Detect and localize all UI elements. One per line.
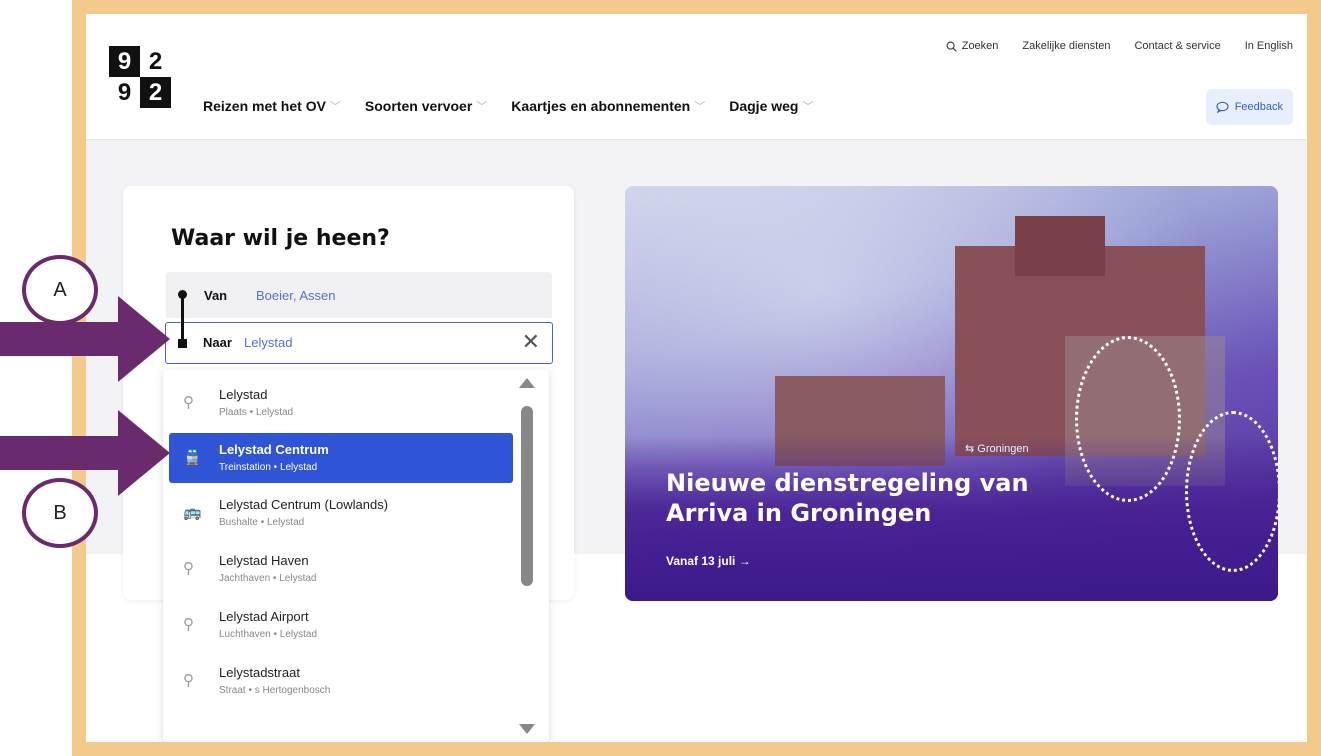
suggestion-type: Plaats	[219, 407, 247, 418]
chevron-down-icon: ﹀	[802, 101, 814, 113]
nav-item-kaartjes[interactable]: Kaartjes en abonnementen ﹀	[511, 98, 705, 114]
bus-icon: 🚌	[183, 504, 202, 521]
suggestion-item[interactable]: 🚌 Lelystad Centrum (Lowlands) Bushalte •…	[169, 488, 513, 538]
top-links: Zoeken Zakelijke diensten Contact & serv…	[946, 40, 1293, 52]
suggestion-type: Treinstation	[219, 462, 271, 473]
suggestion-subtitle: Plaats • Lelystad	[219, 407, 294, 418]
search-link[interactable]: Zoeken	[946, 40, 999, 52]
logo-digit: 9	[109, 46, 140, 77]
chat-bubble-icon	[1216, 101, 1229, 113]
chevron-down-icon: ﹀	[476, 101, 488, 113]
suggestion-title: Lelystadstraat	[219, 665, 300, 680]
to-input-value[interactable]: Lelystad	[244, 335, 292, 350]
contact-link[interactable]: Contact & service	[1134, 40, 1220, 52]
station-tower	[1015, 216, 1105, 276]
suggestion-place: Lelystad	[255, 407, 294, 418]
location-pin-icon: ⚲	[183, 394, 194, 411]
suggestion-place: Lelystad	[279, 462, 318, 473]
suggestion-title: Lelystad Airport	[219, 609, 309, 624]
search-label: Zoeken	[961, 40, 999, 52]
destination-square-icon	[178, 339, 187, 348]
site-header: 9 2 9 2 Zoeken Zakelijke diensten Contac…	[86, 14, 1307, 140]
feedback-button[interactable]: Feedback	[1205, 89, 1293, 125]
scrollbar-thumb[interactable]	[521, 406, 533, 586]
suggestions-dropdown: ⚲ Lelystad Plaats • Lelystad 🚆 Lelystad …	[163, 370, 549, 742]
location-pin-icon: ⚲	[183, 672, 194, 689]
nav-item-dagje-weg[interactable]: Dagje weg ﹀	[729, 98, 813, 114]
nav-item-label: Reizen met het OV	[203, 98, 326, 114]
suggestion-subtitle: Straat • s Hertogenbosch	[219, 685, 331, 696]
suggestion-type: Luchthaven	[219, 629, 271, 640]
logo-9292[interactable]: 9 2 9 2	[109, 46, 171, 108]
train-icon: 🚆	[183, 449, 202, 466]
main-nav: Reizen met het OV ﹀ Soorten vervoer ﹀ Kaar…	[203, 98, 813, 114]
banner-title: Nieuwe dienstregeling van Arriva in Gron…	[666, 469, 1029, 527]
suggestion-type: Straat	[219, 685, 246, 696]
suggestion-subtitle: Treinstation • Lelystad	[219, 462, 318, 473]
suggestion-title: Lelystad	[219, 387, 268, 402]
station-sign-text: Groningen	[977, 443, 1029, 455]
suggestion-place: s Hertogenbosch	[254, 685, 331, 696]
logo-digit: 2	[140, 46, 171, 77]
train-sign-icon: ⇆	[965, 443, 978, 455]
promo-banner[interactable]: ⇆ Groningen Nieuwe dienstregeling van Ar…	[625, 186, 1278, 601]
suggestion-place: Lelystad	[279, 573, 317, 584]
suggestion-place: Lelystad	[279, 629, 318, 640]
suggestion-item[interactable]: ⚲ Lelystad Haven Jachthaven • Lelystad	[169, 544, 513, 594]
business-link[interactable]: Zakelijke diensten	[1022, 40, 1110, 52]
suggestion-type: Jachthaven	[219, 573, 271, 584]
planner-title: Waar wil je heen?	[171, 226, 390, 251]
nav-item-label: Kaartjes en abonnementen	[511, 98, 691, 114]
scroll-up-arrow-icon[interactable]	[519, 378, 535, 388]
suggestion-type: Bushalte	[219, 517, 258, 528]
feedback-label: Feedback	[1234, 101, 1283, 113]
suggestion-subtitle: Bushalte • Lelystad	[219, 517, 305, 528]
suggestion-subtitle: Luchthaven • Lelystad	[219, 629, 318, 640]
nav-item-label: Soorten vervoer	[364, 98, 473, 114]
suggestion-place: Lelystad	[266, 517, 305, 528]
suggestion-item[interactable]: ⚲ Lelystad Plaats • Lelystad	[169, 378, 513, 428]
suggestion-item-selected[interactable]: 🚆 Lelystad Centrum Treinstation • Lelyst…	[169, 433, 513, 483]
nav-item-label: Dagje weg	[729, 98, 799, 114]
search-icon	[946, 41, 957, 52]
dotted-decoration	[1075, 336, 1181, 502]
from-value: Boeier, Assen	[256, 288, 336, 303]
suggestion-item[interactable]: ⚲ Lelystadstraat Straat • s Hertogenbosc…	[169, 656, 513, 706]
nav-item-reizen[interactable]: Reizen met het OV ﹀	[203, 98, 341, 114]
scroll-down-arrow-icon[interactable]	[519, 724, 535, 734]
annotation-arrow-a	[0, 296, 170, 382]
from-label: Van	[204, 288, 228, 303]
to-label: Naar	[203, 335, 232, 350]
to-field[interactable]: Naar Lelystad ✕	[165, 322, 553, 364]
browser-viewport: 9 2 9 2 Zoeken Zakelijke diensten Contac…	[86, 14, 1307, 742]
suggestion-subtitle: Jachthaven • Lelystad	[219, 573, 317, 584]
logo-digit: 9	[109, 77, 140, 108]
suggestion-title: Lelystad Haven	[219, 553, 309, 568]
nav-item-vervoer[interactable]: Soorten vervoer ﹀	[365, 98, 487, 114]
dotted-decoration	[1185, 411, 1278, 572]
english-link[interactable]: In English	[1245, 40, 1293, 52]
location-pin-icon: ⚲	[183, 560, 194, 577]
logo-digit: 2	[140, 77, 171, 108]
suggestion-item[interactable]: ⚲ Lelystad Airport Luchthaven • Lelystad	[169, 600, 513, 650]
chevron-down-icon: ﹀	[694, 101, 706, 113]
suggestion-title: Lelystad Centrum	[219, 442, 329, 457]
station-sign: ⇆ Groningen	[965, 442, 1029, 455]
banner-link[interactable]: Vanaf 13 juli →	[666, 554, 751, 568]
suggestion-title: Lelystad Centrum (Lowlands)	[219, 497, 389, 512]
origin-dot-icon	[178, 290, 187, 299]
clear-icon[interactable]: ✕	[522, 331, 540, 353]
chevron-down-icon: ﹀	[329, 101, 341, 113]
from-field[interactable]: Van Boeier, Assen	[166, 272, 552, 318]
annotation-arrow-b	[0, 410, 170, 496]
location-pin-icon: ⚲	[183, 616, 194, 633]
